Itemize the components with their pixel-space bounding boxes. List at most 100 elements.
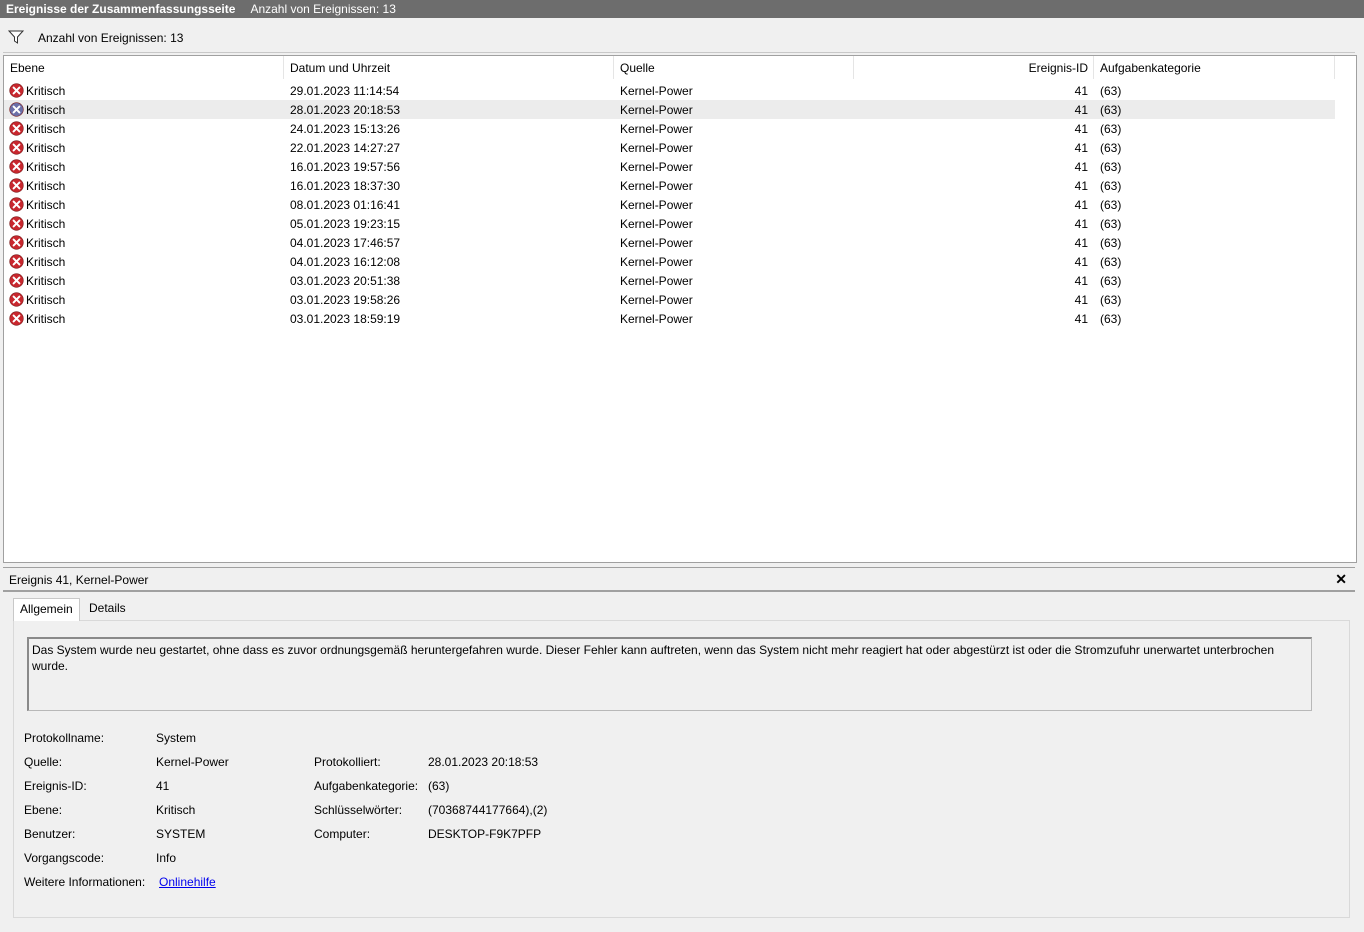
critical-error-icon [9,178,24,193]
critical-error-icon [9,273,24,288]
cell-source: Kernel-Power [620,217,693,231]
label-task-category: Aufgabenkategorie: [314,779,419,793]
value-logged: 28.01.2023 20:18:53 [428,755,539,769]
table-row[interactable]: Kritisch 03.01.2023 20:51:38 Kernel-Power 4… [4,271,1335,290]
cell-event-id: 41 [1074,198,1088,212]
cell-datetime: 03.01.2023 18:59:19 [290,312,401,326]
cell-source: Kernel-Power [620,255,693,269]
event-count-label: Anzahl von Ereignissen: 13 [38,31,184,45]
cell-source: Kernel-Power [620,198,693,212]
cell-event-id: 41 [1074,160,1088,174]
event-description[interactable]: Das System wurde neu gestartet, ohne das… [27,637,1312,711]
table-row[interactable]: Kritisch 28.01.2023 20:18:53 Kernel-Power 4… [4,100,1335,119]
cell-task-category: (63) [1100,217,1122,231]
cell-source: Kernel-Power [620,160,693,174]
table-row[interactable]: Kritisch 24.01.2023 15:13:26 Kernel-Power 4… [4,119,1335,138]
label-more-info: Weitere Informationen: [24,875,146,889]
cell-datetime: 16.01.2023 18:37:30 [290,179,401,193]
cell-level: Kritisch [26,255,66,269]
label-level: Ebene: [24,803,63,817]
cell-event-id: 41 [1074,179,1088,193]
cell-source: Kernel-Power [620,236,693,250]
critical-error-icon [9,292,24,307]
cell-level: Kritisch [26,141,66,155]
cell-source: Kernel-Power [620,84,693,98]
cell-datetime: 03.01.2023 19:58:26 [290,293,401,307]
critical-error-icon [9,140,24,155]
table-row[interactable]: Kritisch 08.01.2023 01:16:41 Kernel-Power 4… [4,195,1335,214]
label-opcode: Vorgangscode: [24,851,105,865]
table-row[interactable]: Kritisch 04.01.2023 16:12:08 Kernel-Power 4… [4,252,1335,271]
cell-event-id: 41 [1074,103,1088,117]
cell-level: Kritisch [26,293,66,307]
cell-level: Kritisch [26,160,66,174]
cell-datetime: 24.01.2023 15:13:26 [290,122,401,136]
column-task-category[interactable]: Aufgabenkategorie [1100,61,1201,77]
cell-datetime: 04.01.2023 17:46:57 [290,236,401,250]
cell-task-category: (63) [1100,103,1122,117]
value-user: SYSTEM [156,827,206,841]
cell-level: Kritisch [26,122,66,136]
cell-event-id: 41 [1074,236,1088,250]
cell-event-id: 41 [1074,312,1088,326]
cell-task-category: (63) [1100,141,1122,155]
table-row[interactable]: Kritisch 03.01.2023 19:58:26 Kernel-Power 4… [4,290,1335,309]
table-row[interactable]: Kritisch 22.01.2023 14:27:27 Kernel-Power 4… [4,138,1335,157]
value-opcode: Info [156,851,177,865]
tab-general[interactable]: Allgemein [13,598,80,621]
label-source: Quelle: [24,755,63,769]
critical-error-icon [9,197,24,212]
general-tab-panel: Das System wurde neu gestartet, ohne das… [13,620,1350,918]
label-user: Benutzer: [24,827,76,841]
window-title: Ereignisse der Zusammenfassungsseite [6,2,236,16]
cell-datetime: 04.01.2023 16:12:08 [290,255,401,269]
tab-details[interactable]: Details [83,598,132,619]
cell-source: Kernel-Power [620,293,693,307]
filter-icon[interactable] [7,30,25,47]
table-row[interactable]: Kritisch 03.01.2023 18:59:19 Kernel-Power 4… [4,309,1335,328]
cell-task-category: (63) [1100,179,1122,193]
cell-task-category: (63) [1100,255,1122,269]
value-log-name: System [156,731,197,745]
cell-event-id: 41 [1074,141,1088,155]
cell-task-category: (63) [1100,236,1122,250]
detail-header: Ereignis 41, Kernel-Power ✕ [3,568,1355,592]
cell-level: Kritisch [26,312,66,326]
title-bar: Ereignisse der Zusammenfassungsseite Anz… [0,0,1364,18]
cell-task-category: (63) [1100,84,1122,98]
table-row[interactable]: Kritisch 05.01.2023 19:23:15 Kernel-Power 4… [4,214,1335,233]
critical-error-icon [9,121,24,136]
cell-datetime: 22.01.2023 14:27:27 [290,141,401,155]
filter-bar: Anzahl von Ereignissen: 13 [3,24,1355,53]
table-row[interactable]: Kritisch 16.01.2023 18:37:30 Kernel-Power 4… [4,176,1335,195]
cell-event-id: 41 [1074,274,1088,288]
value-task-category: (63) [428,779,450,793]
cell-source: Kernel-Power [620,179,693,193]
cell-task-category: (63) [1100,293,1122,307]
table-row[interactable]: Kritisch 16.01.2023 19:57:56 Kernel-Power 4… [4,157,1335,176]
column-source[interactable]: Quelle [620,61,655,77]
cell-level: Kritisch [26,198,66,212]
critical-error-icon [9,311,24,326]
table-row[interactable]: Kritisch 04.01.2023 17:46:57 Kernel-Power 4… [4,233,1335,252]
critical-error-icon [9,159,24,174]
cell-datetime: 03.01.2023 20:51:38 [290,274,401,288]
label-log-name: Protokollname: [24,731,105,745]
label-computer: Computer: [314,827,371,841]
critical-error-icon [9,254,24,269]
cell-datetime: 08.01.2023 01:16:41 [290,198,401,212]
column-datetime[interactable]: Datum und Uhrzeit [290,61,390,77]
event-list[interactable]: Ebene Datum und Uhrzeit Quelle Ereignis-… [3,55,1357,563]
online-help-link[interactable]: Onlinehilfe [159,875,216,889]
close-icon[interactable]: ✕ [1335,571,1347,588]
column-event-id[interactable]: Ereignis-ID [1004,61,1088,77]
cell-task-category: (63) [1100,274,1122,288]
cell-datetime: 16.01.2023 19:57:56 [290,160,401,174]
column-level[interactable]: Ebene [10,61,45,77]
event-detail-pane: Ereignis 41, Kernel-Power ✕ Allgemein De… [3,567,1355,928]
cell-source: Kernel-Power [620,122,693,136]
cell-task-category: (63) [1100,122,1122,136]
label-keywords: Schlüsselwörter: [314,803,403,817]
table-row[interactable]: Kritisch 29.01.2023 11:14:54 Kernel-Power 4… [4,81,1335,100]
cell-event-id: 41 [1074,217,1088,231]
